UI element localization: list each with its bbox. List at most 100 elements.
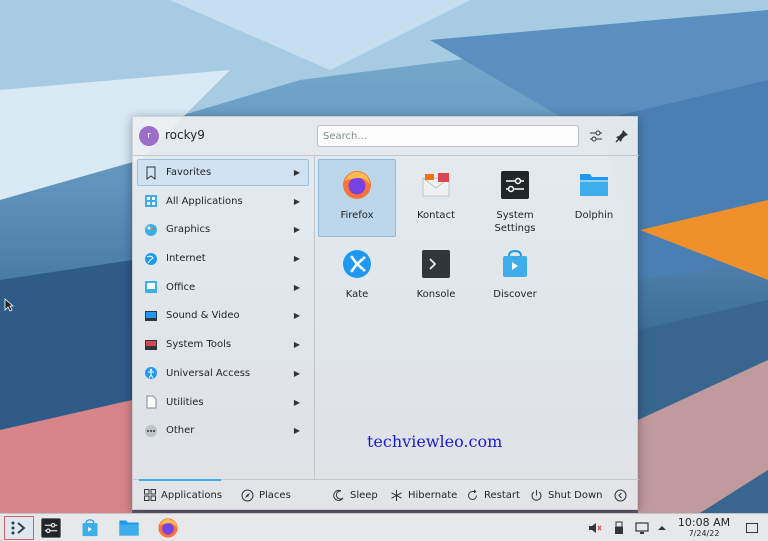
launcher-header: r rocky9 (133, 117, 639, 155)
category-label: Office (166, 281, 196, 293)
category-universal-access[interactable]: Universal Access ▶ (137, 360, 309, 387)
sleep-button[interactable]: Sleep (332, 487, 378, 503)
category-graphics[interactable]: Graphics ▶ (137, 216, 309, 243)
application-launcher-button[interactable] (4, 516, 34, 540)
app-label: Dolphin (574, 210, 614, 221)
app-kontact[interactable]: Kontact (397, 159, 475, 237)
category-internet[interactable]: Internet ▶ (137, 245, 309, 272)
app-label: System Settings (494, 210, 536, 234)
shutdown-button[interactable]: Shut Down (530, 487, 602, 503)
category-label: Internet (166, 253, 206, 265)
category-utilities[interactable]: Utilities ▶ (137, 389, 309, 416)
active-tab-indicator (139, 479, 221, 481)
category-office[interactable]: Office ▶ (137, 274, 309, 301)
category-favorites[interactable]: Favorites ▶ (137, 159, 309, 186)
graphics-icon (144, 223, 158, 237)
tab-label: Places (259, 489, 291, 501)
tab-places[interactable]: Places (241, 487, 291, 503)
category-system-tools[interactable]: System Tools ▶ (137, 331, 309, 358)
other-icon (144, 424, 158, 438)
category-label: Universal Access (166, 367, 251, 379)
chevron-left-circle-icon (614, 489, 627, 502)
chevron-right-icon: ▶ (293, 397, 300, 407)
multimedia-icon (144, 309, 158, 323)
system-settings-icon (41, 518, 61, 538)
clock-date: 7/24/22 (688, 529, 720, 538)
dolphin-icon (119, 520, 139, 536)
app-firefox[interactable]: Firefox (318, 159, 396, 237)
leave-more-button[interactable] (614, 487, 632, 503)
search-input[interactable] (317, 125, 579, 147)
power-icon (530, 489, 543, 502)
globe-icon (144, 252, 158, 266)
snowflake-icon (390, 489, 403, 502)
compass-icon (241, 489, 254, 502)
grid-icon (144, 194, 158, 208)
restart-icon (466, 489, 479, 502)
pin-icon[interactable] (613, 127, 631, 145)
bookmark-icon (144, 166, 158, 180)
kate-icon (343, 250, 371, 278)
configure-icon[interactable] (587, 127, 605, 145)
column-separator (314, 155, 315, 479)
restart-button[interactable]: Restart (466, 487, 520, 503)
category-label: Utilities (166, 396, 204, 408)
kontact-icon (422, 173, 450, 197)
category-sound-video[interactable]: Sound & Video ▶ (137, 302, 309, 329)
category-label: Graphics (166, 224, 211, 236)
chevron-right-icon: ▶ (293, 426, 300, 436)
system-settings-icon (501, 171, 529, 199)
header-separator (133, 155, 639, 156)
taskbar-dolphin[interactable] (114, 516, 144, 540)
launcher-footer: Applications Places Sleep Hibernate Rest… (133, 479, 639, 511)
konsole-icon (422, 250, 450, 278)
button-label: Hibernate (408, 489, 458, 501)
category-all-applications[interactable]: All Applications ▶ (137, 188, 309, 215)
application-launcher-icon (11, 521, 26, 535)
username: rocky9 (165, 128, 205, 142)
app-kate[interactable]: Kate (318, 238, 396, 316)
category-label: Other (166, 425, 195, 437)
display-icon[interactable] (635, 521, 649, 535)
app-konsole[interactable]: Konsole (397, 238, 475, 316)
avatar[interactable]: r (139, 126, 159, 146)
usb-icon[interactable] (612, 521, 626, 535)
button-label: Sleep (350, 489, 378, 501)
button-label: Shut Down (548, 489, 603, 501)
show-desktop-icon[interactable] (745, 521, 759, 535)
mouse-cursor-icon (4, 298, 14, 312)
clock-time: 10:08 AM (677, 516, 731, 529)
muted-volume-icon[interactable] (588, 521, 602, 535)
hibernate-button[interactable]: Hibernate (390, 487, 457, 503)
tab-label: Applications (161, 489, 223, 501)
category-label: Sound & Video (166, 310, 240, 322)
category-list: Favorites ▶ All Applications ▶ Graphics … (137, 159, 309, 446)
taskbar-firefox[interactable] (153, 516, 183, 540)
tab-applications[interactable]: Applications (143, 487, 222, 503)
button-label: Restart (484, 489, 520, 501)
discover-icon (503, 249, 527, 277)
applications-grid-icon (143, 489, 156, 502)
chevron-right-icon: ▶ (293, 168, 300, 177)
accessibility-icon (144, 366, 158, 380)
utilities-icon (144, 395, 158, 409)
taskbar-system-settings[interactable] (36, 516, 66, 540)
office-icon (144, 280, 158, 294)
category-label: System Tools (166, 339, 232, 351)
app-system-settings[interactable]: System Settings (476, 159, 554, 237)
taskbar-discover[interactable] (75, 516, 105, 540)
tray-expand-icon[interactable] (655, 521, 669, 535)
category-label: Favorites (166, 167, 212, 178)
sleep-icon (332, 489, 345, 502)
chevron-right-icon: ▶ (293, 282, 300, 292)
category-other[interactable]: Other ▶ (137, 417, 309, 444)
chevron-right-icon: ▶ (293, 254, 300, 264)
dolphin-folder-icon (580, 174, 608, 196)
chevron-right-icon: ▶ (293, 225, 300, 235)
digital-clock[interactable]: 10:08 AM 7/24/22 (672, 517, 736, 539)
chevron-right-icon: ▶ (293, 368, 300, 378)
app-discover[interactable]: Discover (476, 238, 554, 316)
category-label: All Applications (166, 195, 243, 207)
app-dolphin[interactable]: Dolphin (555, 159, 633, 237)
app-label: Discover (493, 289, 537, 300)
